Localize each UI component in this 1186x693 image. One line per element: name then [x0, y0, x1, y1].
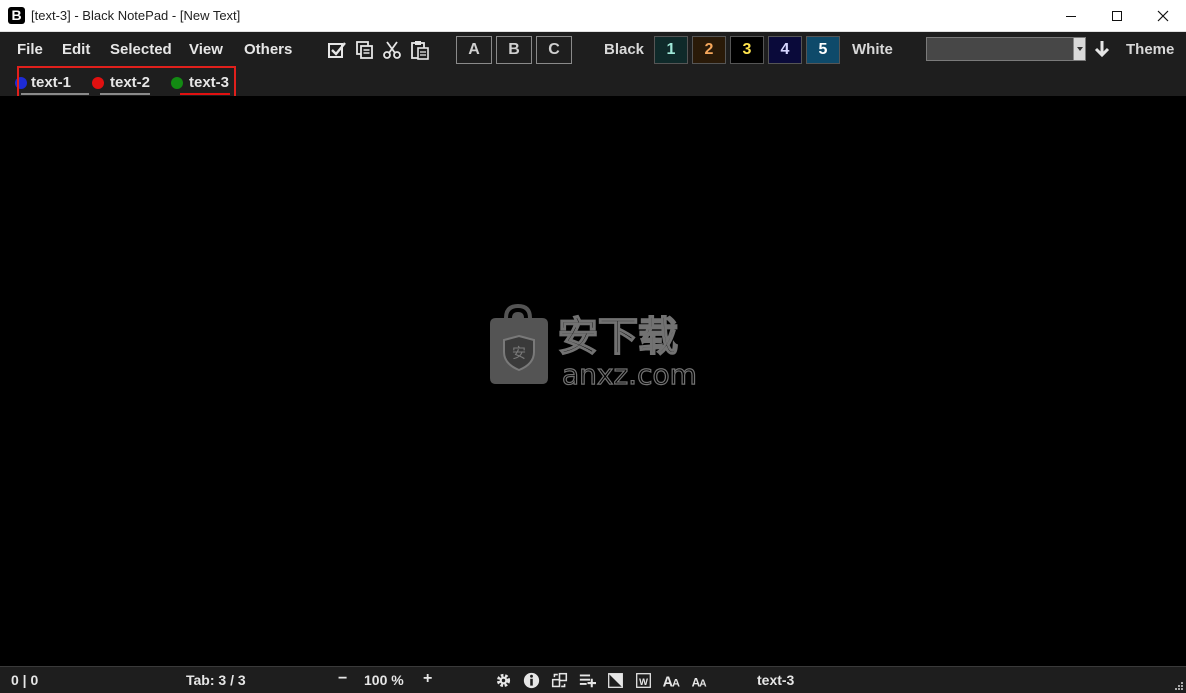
menu-view[interactable]: View — [189, 41, 223, 58]
style-c-button[interactable]: C — [536, 36, 572, 64]
close-button[interactable] — [1140, 0, 1186, 32]
info-icon[interactable] — [523, 672, 540, 689]
window-title: [text-3] - Black NotePad - [New Text] — [31, 8, 241, 23]
theme-1-button[interactable]: 1 — [654, 36, 688, 64]
current-tab-name: text-3 — [757, 672, 795, 688]
theme-4-button[interactable]: 4 — [768, 36, 802, 64]
menu-others[interactable]: Others — [244, 41, 292, 58]
theme-3-button[interactable]: 3 — [730, 36, 764, 64]
svg-text:A: A — [672, 677, 680, 689]
style-a-button[interactable]: A — [456, 36, 492, 64]
app-logo: B — [8, 7, 25, 24]
zoom-in-button[interactable]: + — [423, 670, 432, 688]
cut-icon[interactable] — [382, 40, 402, 60]
maximize-button[interactable] — [1094, 0, 1140, 32]
theme-label[interactable]: Theme — [1126, 41, 1174, 58]
style-b-button[interactable]: B — [496, 36, 532, 64]
title-bar: B [text-3] - Black NotePad - [New Text] — [0, 0, 1186, 32]
svg-text:W: W — [639, 677, 648, 687]
minimize-icon — [1066, 15, 1076, 17]
menu-file[interactable]: File — [17, 41, 43, 58]
maximize-icon — [1112, 11, 1122, 21]
zoom-level: 100 % — [364, 672, 404, 688]
status-bar: 0 | 0 Tab: 3 / 3 − 100 % + W A A A A tex… — [0, 666, 1186, 693]
theme-2-button[interactable]: 2 — [692, 36, 726, 64]
zoom-out-button[interactable]: − — [338, 670, 347, 688]
svg-text:A: A — [699, 678, 707, 689]
resize-grip-icon[interactable] — [1173, 680, 1183, 690]
swap-icon[interactable] — [551, 672, 568, 689]
font-decrease-icon[interactable]: A A — [691, 672, 711, 689]
watermark-domain-text: anxz.com — [562, 358, 697, 388]
svg-text:安: 安 — [512, 346, 526, 362]
minimize-button[interactable] — [1048, 0, 1094, 32]
close-icon — [1157, 10, 1169, 22]
font-increase-icon[interactable]: A A — [662, 672, 682, 689]
gear-icon[interactable] — [495, 672, 512, 689]
watermark-cn-text: 安下载 — [558, 314, 678, 360]
paste-icon[interactable] — [410, 40, 430, 60]
theme-white-button[interactable]: White — [852, 41, 893, 58]
tab-counter: Tab: 3 / 3 — [186, 672, 246, 688]
chevron-down-icon[interactable] — [1073, 38, 1085, 60]
theme-5-button[interactable]: 5 — [806, 36, 840, 64]
cursor-position: 0 | 0 — [11, 672, 39, 688]
menu-edit[interactable]: Edit — [62, 41, 90, 58]
watermark-logo: 安 安下载 anxz.com — [490, 304, 697, 388]
theme-select[interactable] — [926, 37, 1086, 61]
download-arrow-icon[interactable] — [1092, 39, 1112, 59]
menu-selected[interactable]: Selected — [110, 41, 172, 58]
word-wrap-icon[interactable]: W — [635, 672, 652, 689]
theme-black-button[interactable]: Black — [604, 41, 644, 58]
list-add-icon[interactable] — [579, 672, 596, 689]
copy-icon[interactable] — [355, 40, 375, 60]
check-square-icon[interactable] — [327, 40, 347, 60]
contrast-icon[interactable] — [607, 672, 624, 689]
